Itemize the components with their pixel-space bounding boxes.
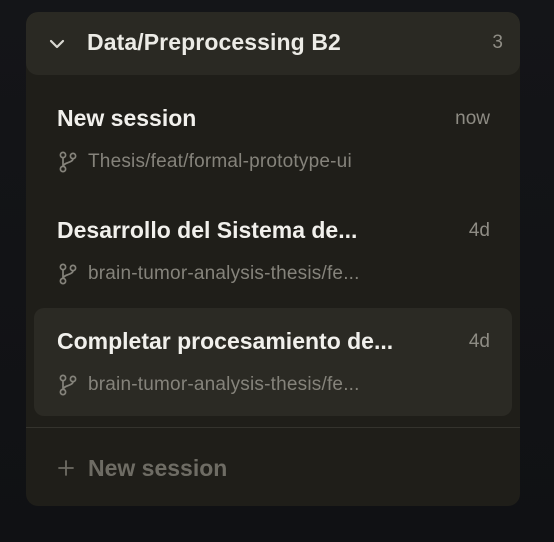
session-branch: brain-tumor-analysis-thesis/fe... [57,374,360,396]
session-title: New session [57,105,197,131]
git-branch-icon [57,374,79,396]
session-branch-label: brain-tumor-analysis-thesis/fe... [88,263,360,284]
group-count-badge: 3 [492,32,503,53]
session-title: Completar procesamiento de... [57,328,394,354]
session-branch: Thesis/feat/formal-prototype-ui [57,151,352,173]
session-title: Desarrollo del Sistema de... [57,217,358,243]
session-item[interactable]: Desarrollo del Sistema de... 4d brain-tu… [34,199,512,307]
session-time: now [455,108,490,129]
session-item[interactable]: New session now Thesis/feat/formal-proto… [34,87,512,195]
git-branch-icon [57,263,79,285]
new-session-button[interactable]: New session [56,452,227,484]
group-header[interactable]: Data/Preprocessing B2 3 [26,12,520,75]
git-branch-icon [57,151,79,173]
session-item-active[interactable]: Completar procesamiento de... 4d brain-t… [34,308,512,416]
session-time: 4d [468,220,490,241]
session-branch: brain-tumor-analysis-thesis/fe... [57,263,360,285]
session-branch-label: brain-tumor-analysis-thesis/fe... [88,374,360,395]
plus-icon [56,458,76,478]
session-group-panel: Data/Preprocessing B2 3 New session now … [26,12,520,506]
group-title: Data/Preprocessing B2 [87,29,341,55]
new-session-label: New session [88,454,228,481]
divider [26,427,520,428]
chevron-down-icon[interactable] [48,36,66,52]
session-branch-label: Thesis/feat/formal-prototype-ui [88,151,352,172]
session-time: 4d [468,331,490,352]
